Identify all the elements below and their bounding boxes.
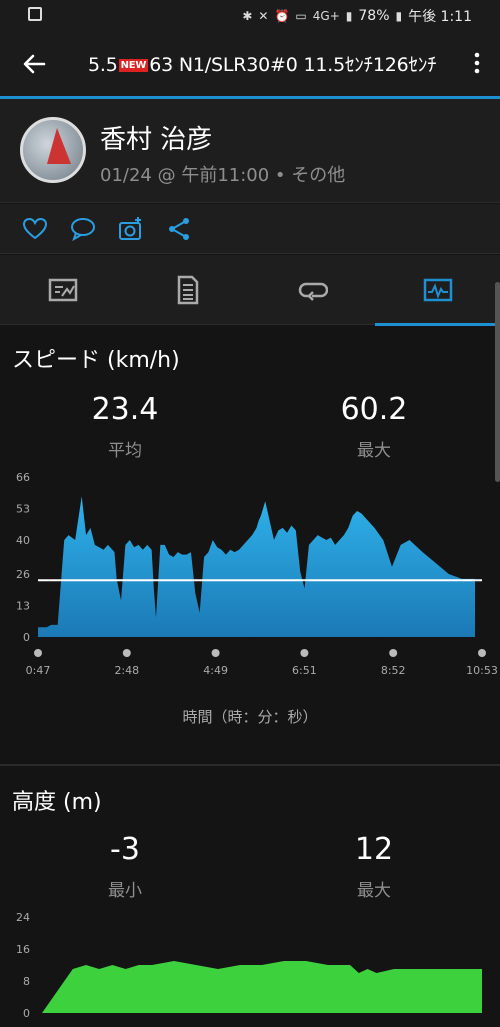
section-divider (0, 764, 500, 766)
y-tick-label: 40 (16, 534, 30, 547)
scrollbar[interactable] (495, 282, 500, 482)
x-tick-label: 2:48 (114, 664, 139, 677)
elevation-chart: 0 8 16 24 (16, 911, 482, 1020)
series-area (42, 961, 482, 1013)
heart-icon[interactable] (22, 216, 48, 242)
activity-title: 5.5 NEW 63 N1/SLR30#0 11.5ｾﾝﾁ126ｾﾝﾁ (88, 50, 437, 77)
alarm-icon: ⏰ (274, 9, 290, 23)
avatar[interactable] (20, 117, 86, 183)
y-tick-label: 24 (16, 911, 30, 924)
y-tick-label: 13 (16, 599, 30, 612)
battery-percent: 78% (358, 8, 390, 24)
title-prefix: 5.5 (88, 54, 118, 76)
x-tick-label: 0:47 (26, 664, 51, 677)
y-tick-label: 0 (23, 1007, 30, 1020)
y-tick-label: 66 (16, 471, 30, 484)
elevation-section-title: 高度 (m) (12, 790, 102, 815)
user-name: 香村 治彦 (100, 125, 213, 155)
speed-chart: 0 13 26 40 53 66 0:47 2:48 4:49 6:51 8:52 10:53 (16, 471, 498, 677)
x-tick-label: 6:51 (292, 664, 317, 677)
elevation-min-value: -3 (110, 832, 140, 867)
tab-stats[interactable] (125, 255, 250, 325)
x-tick-dot (389, 649, 398, 657)
y-tick-label: 16 (16, 943, 30, 956)
speed-max-label: 最大 (357, 441, 391, 461)
elevation-min-label: 最小 (108, 881, 142, 901)
activity-date-type: 01/24 @ 午前11:00 • その他 (100, 165, 346, 186)
y-tick-label: 0 (23, 631, 30, 644)
x-tick-dot (34, 649, 42, 657)
volte-icon: ▭ (295, 9, 307, 23)
gallery-notification-icon (28, 7, 42, 21)
speed-average-label: 平均 (108, 441, 142, 461)
comment-icon[interactable] (70, 216, 96, 242)
more-vert-icon[interactable] (474, 52, 480, 74)
tab-overview[interactable] (0, 255, 125, 325)
x-tick-label: 4:49 (203, 664, 228, 677)
summary-chart-icon (48, 278, 77, 302)
x-tick-label: 10:53 (466, 664, 498, 677)
app-bar: 5.5 NEW 63 N1/SLR30#0 11.5ｾﾝﾁ126ｾﾝﾁ (0, 30, 500, 96)
status-bar: ✱ ✕ ⏰ ▭ 4G+ ▮ 78% ▮ 午後 1:11 (0, 0, 500, 30)
x-tick-dot (211, 649, 220, 657)
speed-section-title: スピード (km/h) (12, 348, 180, 373)
network-type: 4G+ (312, 9, 340, 23)
laps-icon (298, 282, 328, 301)
speed-max-value: 60.2 (340, 392, 408, 427)
status-icons: ✱ ✕ ⏰ ▭ 4G+ ▮ 78% ▮ 午後 1:11 (242, 6, 472, 26)
clock: 午後 1:11 (408, 9, 472, 25)
action-row (0, 204, 500, 254)
activity-header: 香村 治彦 01/24 @ 午前11:00 • その他 (0, 99, 500, 203)
tab-laps[interactable] (250, 255, 375, 325)
speed-average-value: 23.4 (91, 392, 159, 427)
x-tick-dot (300, 649, 309, 657)
series-area (38, 496, 475, 637)
arrow-back-icon[interactable] (18, 48, 50, 80)
title-suffix: 63 N1/SLR30#0 11.5ｾﾝﾁ126ｾﾝﾁ (149, 54, 437, 76)
y-tick-label: 8 (23, 975, 30, 988)
bluetooth-icon: ✱ (242, 9, 253, 23)
graph-icon (423, 278, 452, 302)
x-tick-dot (478, 649, 486, 657)
activity-tabs (0, 255, 500, 326)
share-icon[interactable] (166, 216, 192, 242)
speed-x-axis-title: 時間（時：分：秒） (182, 708, 318, 726)
add-photo-icon[interactable] (118, 216, 144, 242)
x-tick-label: 8:52 (381, 664, 406, 677)
y-tick-label: 53 (16, 503, 30, 516)
tab-graphs[interactable] (375, 255, 500, 326)
x-tick-dot (122, 649, 131, 657)
document-icon (177, 275, 198, 305)
battery-icon: ▮ (395, 9, 403, 23)
mute-icon: ✕ (258, 9, 269, 23)
signal-icon: ▮ (345, 9, 353, 23)
elevation-max-value: 12 (354, 832, 394, 867)
elevation-max-label: 最大 (357, 881, 391, 901)
new-badge: NEW (118, 59, 149, 72)
y-tick-label: 26 (16, 568, 30, 581)
